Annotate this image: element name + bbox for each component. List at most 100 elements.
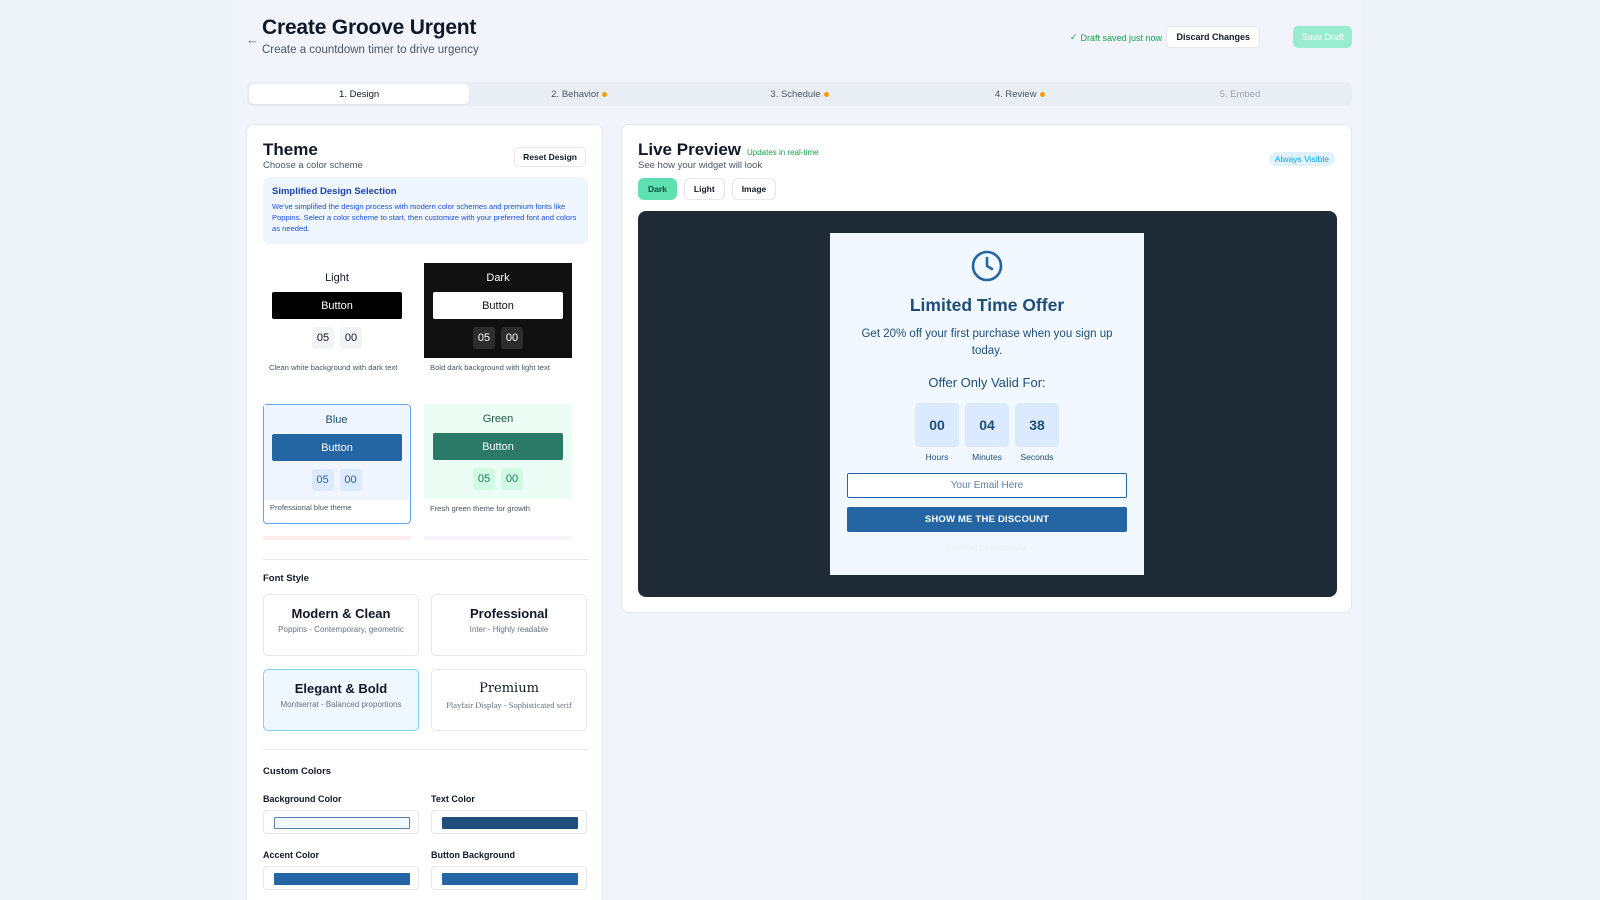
theme-name: Light	[325, 272, 349, 284]
tab-label: 2. Behavior	[551, 88, 600, 100]
theme-sample-button: Button	[433, 433, 563, 460]
font-option-premium[interactable]: Premium Playfair Display - Sophisticated…	[431, 669, 587, 731]
info-title: Simplified Design Selection	[272, 186, 397, 197]
font-description: Inter - Highly readable	[469, 625, 549, 634]
draft-status-text: Draft saved just now	[1080, 32, 1162, 43]
theme-name: Blue	[325, 414, 348, 426]
divider	[263, 749, 588, 750]
background-color-label: Background Color	[263, 794, 342, 804]
theme-digit: 05	[473, 327, 495, 349]
theme-name: Green	[482, 413, 514, 425]
tab-behavior[interactable]: 2. Behavior	[469, 84, 689, 104]
theme-preview: Dark Button 05 00	[424, 263, 572, 358]
page-title: Create Groove Urgent	[262, 16, 477, 39]
text-color-label: Text Color	[431, 794, 475, 804]
color-swatch	[274, 873, 410, 885]
valid-label: Offer Only Valid For:	[928, 375, 1046, 390]
timer-value: 38	[1015, 403, 1059, 447]
font-name: Premium	[479, 681, 539, 696]
design-panel: Theme Choose a color scheme Reset Design…	[246, 124, 603, 900]
theme-digit: 00	[501, 468, 523, 490]
theme-digits: 05 00	[424, 327, 572, 349]
offer-heading: Limited Time Offer	[909, 295, 1065, 315]
theme-card-partial[interactable]	[424, 536, 572, 540]
page-header: ← Create Groove Urgent Create a countdow…	[246, 16, 1352, 66]
mode-tab-image[interactable]: Image	[731, 178, 777, 200]
font-name: Modern & Clean	[291, 606, 391, 621]
theme-digit: 00	[340, 327, 362, 349]
accent-color-picker[interactable]	[263, 866, 419, 890]
color-swatch	[442, 873, 578, 885]
color-swatch	[274, 817, 410, 829]
pending-dot-icon	[602, 91, 608, 97]
mode-tab-light[interactable]: Light	[683, 178, 725, 200]
theme-card-blue[interactable]: Blue Button 05 00 Professional blue them…	[263, 404, 411, 524]
theme-card-light[interactable]: Light Button 05 00 Clean white backgroun…	[263, 263, 411, 383]
theme-preview: Green Button 05 00	[424, 404, 572, 499]
discard-changes-button[interactable]: Discard Changes	[1166, 26, 1260, 48]
tab-label: 3. Schedule	[770, 88, 821, 100]
font-description: Playfair Display - Sophisticated serif	[446, 700, 572, 710]
theme-description: Professional blue theme	[270, 503, 352, 512]
tab-design[interactable]: 1. Design	[249, 84, 470, 104]
color-swatch	[442, 817, 578, 829]
theme-digits: 05 00	[424, 468, 572, 490]
show-discount-button[interactable]: SHOW ME THE DISCOUNT	[847, 507, 1127, 532]
pending-dot-icon	[823, 91, 829, 97]
font-style-label: Font Style	[263, 573, 309, 584]
powered-by-text: Powered by GrooveJar	[946, 543, 1028, 552]
theme-card-green[interactable]: Green Button 05 00 Fresh green theme for…	[424, 404, 572, 524]
theme-digit: 00	[339, 469, 362, 491]
live-update-note: Updates in real-time	[747, 148, 819, 157]
theme-name: Dark	[486, 272, 510, 284]
tab-review[interactable]: 4. Review	[910, 84, 1130, 104]
theme-digits: 05 00	[264, 469, 409, 491]
timer-minutes: 04 Minutes	[965, 403, 1009, 462]
text-color-picker[interactable]	[431, 810, 587, 834]
theme-card-partial[interactable]	[263, 536, 411, 540]
theme-sample-button: Button	[272, 434, 402, 461]
button-background-label: Button Background	[431, 850, 515, 860]
theme-digit: 05	[473, 468, 495, 490]
font-name: Elegant & Bold	[294, 681, 388, 696]
theme-preview: Blue Button 05 00	[264, 405, 409, 500]
tab-embed[interactable]: 5. Embed	[1130, 84, 1350, 104]
tab-schedule[interactable]: 3. Schedule	[689, 84, 909, 104]
button-background-picker[interactable]	[431, 866, 587, 890]
save-draft-button[interactable]: Save Draft	[1293, 26, 1352, 48]
theme-description: Bold dark background with light text	[430, 363, 550, 372]
theme-digit: 05	[311, 469, 334, 491]
draft-status: ✓ Draft saved just now	[1070, 32, 1162, 43]
theme-sample-button: Button	[433, 292, 563, 319]
back-arrow-icon[interactable]: ←	[246, 33, 260, 47]
email-input[interactable]	[847, 473, 1127, 498]
countdown-timer: 00 Hours 04 Minutes 38 Seconds	[830, 403, 1144, 462]
custom-colors-label: Custom Colors	[263, 766, 332, 777]
reset-design-button[interactable]: Reset Design	[514, 147, 586, 167]
theme-digits: 05 00	[263, 327, 411, 349]
clock-icon	[971, 250, 1003, 282]
theme-description: Fresh green theme for growth	[430, 504, 531, 513]
page-subtitle: Create a countdown timer to drive urgenc…	[262, 44, 479, 56]
live-preview-panel: Live Preview Updates in real-time See ho…	[621, 124, 1352, 613]
preview-stage: Limited Time Offer Get 20% off your firs…	[638, 211, 1337, 597]
timer-value: 00	[915, 403, 959, 447]
live-preview-title: Live Preview	[638, 140, 742, 159]
tab-label: 1. Design	[339, 88, 380, 100]
visibility-badge: Always Visible	[1268, 152, 1335, 166]
theme-preview: Light Button 05 00	[263, 263, 411, 358]
theme-title: Theme	[263, 140, 318, 159]
mode-tab-dark[interactable]: Dark	[638, 178, 677, 200]
timer-hours: 00 Hours	[915, 403, 959, 462]
timer-label: Seconds	[1020, 452, 1054, 462]
font-option-elegant[interactable]: Elegant & Bold Montserrat - Balanced pro…	[263, 669, 419, 731]
background-color-picker[interactable]	[263, 810, 419, 834]
font-option-modern[interactable]: Modern & Clean Poppins - Contemporary, g…	[263, 594, 419, 656]
font-option-professional[interactable]: Professional Inter - Highly readable	[431, 594, 587, 656]
theme-digit: 05	[312, 327, 334, 349]
timer-label: Hours	[925, 452, 949, 462]
timer-value: 04	[965, 403, 1009, 447]
theme-card-dark[interactable]: Dark Button 05 00 Bold dark background w…	[424, 263, 572, 383]
info-box: Simplified Design Selection We've simpli…	[263, 177, 588, 244]
countdown-widget: Limited Time Offer Get 20% off your firs…	[830, 233, 1144, 575]
